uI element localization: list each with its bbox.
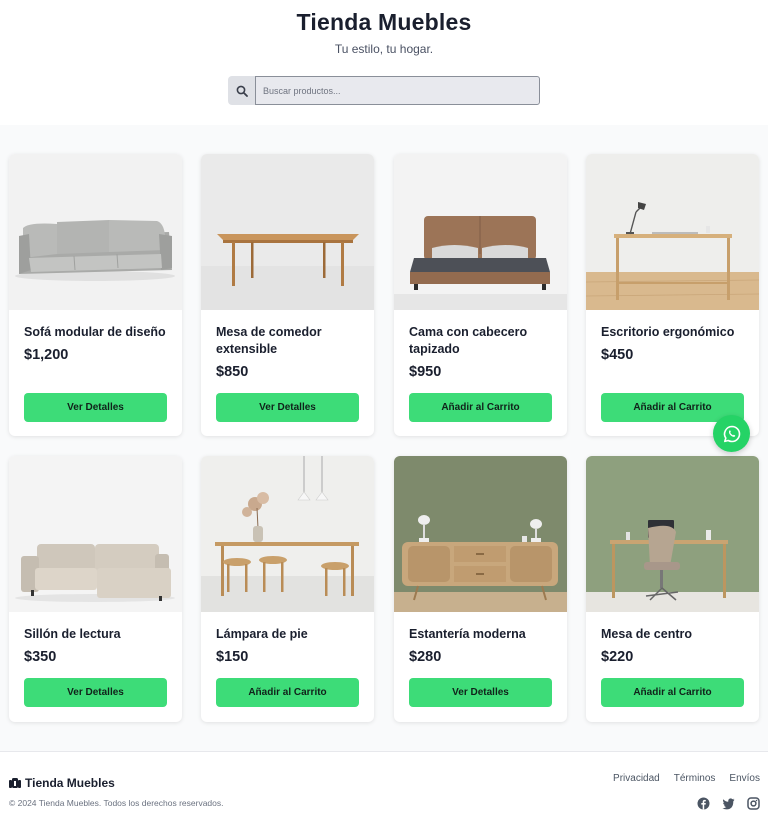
product-name: Sofá modular de diseño bbox=[24, 325, 166, 339]
product-grid: Sofá modular de diseño $1,200 Ver Detall… bbox=[0, 125, 768, 751]
product-image-sectional-sofa bbox=[9, 456, 182, 612]
search-bar bbox=[228, 76, 540, 105]
brand-logo-icon bbox=[9, 778, 21, 788]
instagram-icon[interactable] bbox=[747, 797, 760, 810]
product-card: Sillón de lectura $350 Ver Detalles bbox=[9, 456, 182, 722]
view-details-button[interactable]: Ver Detalles bbox=[409, 678, 552, 707]
footer-social bbox=[697, 797, 760, 810]
search-input[interactable] bbox=[255, 76, 540, 105]
product-image-desk-with-office-chair bbox=[586, 456, 759, 612]
product-info: Estantería moderna $280 bbox=[394, 612, 567, 665]
product-name: Mesa de centro bbox=[601, 627, 693, 641]
product-info: Sofá modular de diseño $1,200 bbox=[9, 310, 182, 363]
site-title: Tienda Muebles bbox=[296, 9, 472, 35]
product-name: Estantería moderna bbox=[409, 627, 526, 641]
product-info: Mesa de centro $220 bbox=[586, 612, 759, 665]
product-image-grey-sofa bbox=[9, 154, 182, 310]
product-image-dining-set-with-pendant-lamps bbox=[201, 456, 374, 612]
product-image-wooden-desk-with-lamp bbox=[586, 154, 759, 310]
footer-copyright: © 2024 Tienda Muebles. Todos los derecho… bbox=[9, 798, 224, 808]
product-info: Mesa de comedor extensible $850 bbox=[201, 310, 374, 380]
product-image-upholstered-bed bbox=[394, 154, 567, 310]
add-to-cart-button[interactable]: Añadir al Carrito bbox=[601, 678, 744, 707]
product-card: Sofá modular de diseño $1,200 Ver Detall… bbox=[9, 154, 182, 436]
footer-links: Privacidad Términos Envíos bbox=[613, 773, 760, 784]
footer-brand-name: Tienda Muebles bbox=[25, 776, 115, 790]
site-header: Tienda Muebles Tu estilo, tu hogar. bbox=[0, 0, 768, 125]
product-name: Sillón de lectura bbox=[24, 627, 121, 641]
view-details-button[interactable]: Ver Detalles bbox=[216, 393, 359, 422]
product-price: $1,200 bbox=[24, 347, 69, 363]
facebook-icon[interactable] bbox=[697, 797, 710, 810]
product-price: $950 bbox=[409, 364, 442, 380]
add-to-cart-button[interactable]: Añadir al Carrito bbox=[409, 393, 552, 422]
whatsapp-icon bbox=[723, 425, 740, 442]
product-price: $220 bbox=[601, 649, 634, 665]
add-to-cart-button[interactable]: Añadir al Carrito bbox=[216, 678, 359, 707]
product-card: Mesa de comedor extensible $850 Ver Deta… bbox=[201, 154, 374, 436]
product-name: Cama con cabecero tapizado bbox=[409, 325, 528, 356]
footer-link-privacidad[interactable]: Privacidad bbox=[613, 773, 660, 784]
product-card: Estantería moderna $280 Ver Detalles bbox=[394, 456, 567, 722]
product-card: Lámpara de pie $150 Añadir al Carrito bbox=[201, 456, 374, 722]
view-details-button[interactable]: Ver Detalles bbox=[24, 678, 167, 707]
product-card: Mesa de centro $220 Añadir al Carrito bbox=[586, 456, 759, 722]
site-footer: Tienda Muebles © 2024 Tienda Muebles. To… bbox=[0, 751, 768, 819]
product-card: Cama con cabecero tapizado $950 Añadir a… bbox=[394, 154, 567, 436]
product-info: Sillón de lectura $350 bbox=[9, 612, 182, 665]
product-price: $850 bbox=[216, 364, 249, 380]
site-tagline: Tu estilo, tu hogar. bbox=[334, 42, 434, 56]
product-price: $150 bbox=[216, 649, 249, 665]
product-info: Escritorio ergonómico $450 bbox=[586, 310, 759, 363]
product-name: Mesa de comedor extensible bbox=[216, 325, 322, 356]
product-card: Escritorio ergonómico $450 Añadir al Car… bbox=[586, 154, 759, 436]
view-details-button[interactable]: Ver Detalles bbox=[24, 393, 167, 422]
twitter-icon[interactable] bbox=[722, 797, 735, 810]
product-price: $450 bbox=[601, 347, 634, 363]
footer-brand: Tienda Muebles bbox=[9, 776, 115, 790]
product-image-wooden-dining-table bbox=[201, 154, 374, 310]
product-price: $280 bbox=[409, 649, 442, 665]
footer-link-envios[interactable]: Envíos bbox=[729, 773, 760, 784]
search-icon bbox=[236, 85, 248, 97]
footer-link-terminos[interactable]: Términos bbox=[674, 773, 716, 784]
product-info: Cama con cabecero tapizado $950 bbox=[394, 310, 567, 380]
product-name: Escritorio ergonómico bbox=[601, 325, 735, 339]
product-price: $350 bbox=[24, 649, 57, 665]
product-name: Lámpara de pie bbox=[216, 627, 308, 641]
search-button[interactable] bbox=[228, 76, 255, 105]
whatsapp-button[interactable] bbox=[713, 415, 750, 452]
product-info: Lámpara de pie $150 bbox=[201, 612, 374, 665]
product-image-rattan-sideboard bbox=[394, 456, 567, 612]
